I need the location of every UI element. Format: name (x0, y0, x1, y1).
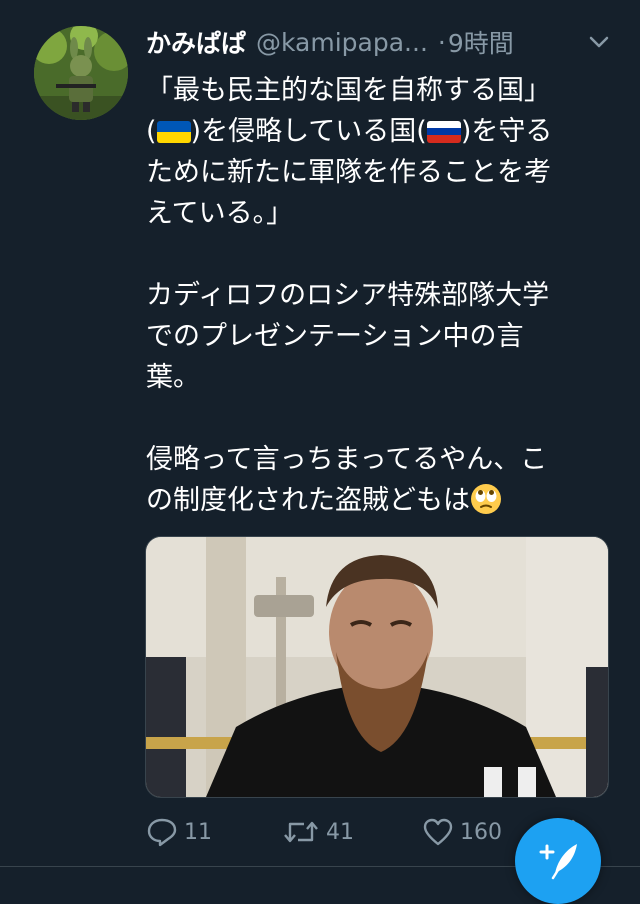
rolling-eyes-emoji-icon (470, 483, 502, 515)
text-line: ために新たに軍隊を作ることを考 (146, 157, 551, 188)
display-name[interactable]: かみぱぱ (146, 24, 246, 60)
like-count: 160 (460, 819, 502, 845)
avatar[interactable] (34, 26, 128, 120)
text-line: カディロフのロシア特殊部隊大学 (146, 280, 550, 311)
compose-tweet-button[interactable] (515, 818, 601, 904)
text-line: 葉。 (146, 362, 200, 393)
russia-flag-icon (426, 121, 461, 143)
retweet-icon (284, 821, 318, 843)
separator: · (437, 27, 446, 57)
reply-button[interactable]: 11 (146, 812, 212, 852)
text-line: でのプレゼンテーション中の言 (146, 321, 524, 352)
retweet-button[interactable]: 41 (282, 812, 354, 852)
reply-icon (147, 818, 177, 847)
tweet[interactable]: かみぱぱ @kamipapa... · 9時間 「最も民主的な国を自称する国」 … (0, 0, 640, 904)
text-line: )を侵略している国( (190, 116, 427, 147)
retweet-count: 41 (326, 819, 354, 845)
tweet-photo[interactable] (145, 536, 609, 798)
chevron-down-icon[interactable] (588, 30, 610, 59)
reply-count: 11 (184, 819, 212, 845)
text-line: えている。」 (146, 198, 294, 229)
compose-feather-icon (539, 844, 577, 880)
timestamp[interactable]: 9時間 (448, 24, 514, 60)
text-line: ( (146, 116, 157, 147)
tweet-text: 「最も民主的な国を自称する国」 ( )を侵略している国( )を守る ために新たに軍隊… (146, 70, 616, 521)
text-line: 侵略って言っちまってるやん、こ (146, 444, 548, 475)
tweet-header: かみぱぱ @kamipapa... · 9時間 (146, 24, 616, 60)
like-button[interactable]: 160 (422, 812, 502, 852)
photo-image (146, 537, 608, 797)
text-line: の制度化された盗賊どもは (146, 485, 470, 516)
avatar-image (34, 26, 128, 120)
text-line: )を守る (460, 116, 553, 147)
text-line: 「最も民主的な国を自称する国」 (146, 75, 551, 106)
heart-icon (423, 818, 453, 846)
user-handle[interactable]: @kamipapa... (256, 28, 428, 57)
ukraine-flag-icon (156, 121, 191, 143)
